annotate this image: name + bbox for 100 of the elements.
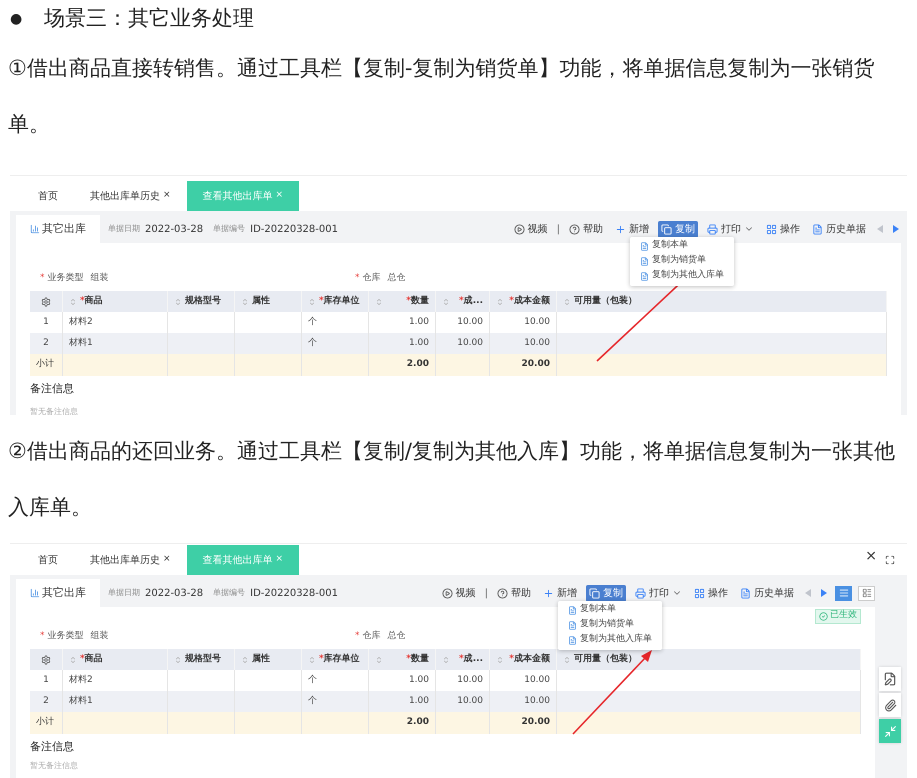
number-label: 单据编号 (213, 223, 246, 235)
sort-icon[interactable] (174, 656, 182, 664)
note-tool-button[interactable] (879, 667, 901, 691)
sort-icon[interactable] (375, 298, 383, 306)
table-cell-text: 材料2 (69, 316, 93, 329)
menu-item[interactable]: 复制为销货单 (630, 254, 734, 268)
table-cell-text: 个 (308, 694, 317, 708)
sort-icon[interactable] (174, 298, 182, 306)
document-icon (640, 256, 649, 266)
fullscreen-icon[interactable] (885, 555, 895, 565)
table-cell-text: 个 (308, 674, 317, 687)
document-tab[interactable]: 其它出库 (16, 215, 100, 243)
sort-icon[interactable] (69, 298, 77, 306)
table-cell-text: 10.00 (457, 336, 483, 350)
help-button[interactable]: 帮助 (566, 220, 606, 238)
document-icon (568, 606, 577, 614)
sort-icon[interactable] (563, 298, 571, 306)
note-icon (883, 672, 897, 686)
document-icon (812, 224, 823, 234)
print-button[interactable]: 打印 (704, 220, 757, 238)
operate-button[interactable]: 操作 (691, 584, 731, 602)
field-value: 总仓 (387, 272, 406, 286)
plus-icon (615, 224, 626, 234)
menu-item[interactable]: 复制为其他入库单 (558, 632, 662, 648)
copy-icon (589, 588, 600, 598)
sort-icon[interactable] (442, 656, 450, 664)
sort-icon[interactable] (375, 656, 383, 664)
copy-button[interactable]: 复制 (586, 584, 626, 602)
number-value: ID-20220328-001 (250, 222, 338, 236)
play-icon (514, 224, 525, 234)
sort-icon[interactable] (241, 656, 249, 664)
table-cell-text: 2 (43, 336, 49, 350)
card-view-button[interactable] (858, 586, 875, 600)
history-button[interactable]: 历史单据 (809, 220, 869, 238)
table-cell-text: 1 (43, 674, 49, 687)
page-tab[interactable]: 其他出库单历史 × (74, 181, 187, 211)
column-header: *成本金额 (509, 294, 550, 308)
field-value: 组装 (90, 630, 108, 644)
menu-item[interactable]: 复制为销货单 (558, 618, 662, 632)
next-button[interactable] (819, 589, 829, 597)
menu-item[interactable]: 复制本单 (630, 238, 734, 254)
section-heading: 场景三：其它业务处理 (44, 5, 254, 32)
minimize-icon (884, 724, 896, 738)
previous-button[interactable] (875, 225, 885, 233)
video-button[interactable]: 视频 (438, 584, 479, 602)
new-button[interactable]: 新增 (540, 584, 580, 602)
page-tab[interactable]: 首页 (22, 181, 74, 211)
document-icon (640, 242, 649, 250)
sort-icon[interactable] (442, 298, 450, 306)
menu-item[interactable]: 复制为其他入库单 (630, 268, 734, 284)
table-cell-text: 10.00 (457, 694, 483, 708)
list-icon (838, 588, 848, 598)
table-cell-text: 材料1 (69, 694, 93, 708)
table-cell-text: 10.00 (524, 336, 550, 350)
sort-icon[interactable] (308, 656, 316, 664)
sort-icon[interactable] (496, 298, 504, 306)
field-label: * 仓库 (355, 272, 380, 286)
sort-icon[interactable] (496, 656, 504, 664)
column-header: *库存单位 (319, 294, 360, 308)
field-label: * 仓库 (355, 630, 380, 644)
print-button[interactable]: 打印 (632, 584, 685, 602)
subtotal-cell-text: 小计 (36, 716, 54, 730)
attach-tool-button[interactable] (879, 693, 901, 717)
column-header: *成本金额 (509, 652, 550, 666)
table-cell-text: 1.00 (408, 316, 429, 329)
table-cell-text: 10.00 (524, 316, 550, 329)
sort-icon[interactable] (69, 656, 77, 664)
help-button[interactable]: 帮助 (494, 584, 534, 602)
page-tab[interactable]: 首页 (22, 545, 74, 575)
settings-icon[interactable] (41, 296, 51, 306)
document-icon (568, 620, 577, 630)
column-header: *数量 (406, 294, 429, 308)
document-icon (640, 272, 649, 280)
help-icon (569, 224, 580, 234)
column-header: *商品 (80, 294, 103, 308)
close-button[interactable]: × (865, 546, 877, 567)
printer-icon (635, 588, 646, 598)
next-button[interactable] (891, 225, 901, 233)
table-cell-text: 个 (308, 316, 317, 329)
toolbar-separator: | (484, 586, 488, 600)
list-view-button[interactable] (835, 586, 852, 600)
video-button[interactable]: 视频 (510, 220, 551, 238)
settings-icon[interactable] (41, 654, 51, 664)
sort-icon[interactable] (308, 298, 316, 306)
copy-button[interactable]: 复制 (658, 220, 698, 238)
new-button[interactable]: 新增 (612, 220, 652, 238)
history-button[interactable]: 历史单据 (737, 584, 797, 602)
table-cell-text: 10.00 (524, 694, 550, 708)
document-tab[interactable]: 其它出库 (16, 579, 100, 607)
table-cell-text: 1.00 (408, 336, 429, 350)
date-value: 2022-03-28 (145, 586, 204, 600)
operate-button[interactable]: 操作 (763, 220, 803, 238)
previous-button[interactable] (803, 589, 813, 597)
table-cell-text: 1.00 (408, 674, 429, 687)
status-badge: 已生效 (815, 608, 861, 624)
sort-icon[interactable] (563, 656, 571, 664)
sort-icon[interactable] (241, 298, 249, 306)
page-tab[interactable]: 其他出库单历史 × (74, 545, 187, 575)
plus-icon (543, 588, 554, 598)
menu-item[interactable]: 复制本单 (558, 602, 662, 618)
